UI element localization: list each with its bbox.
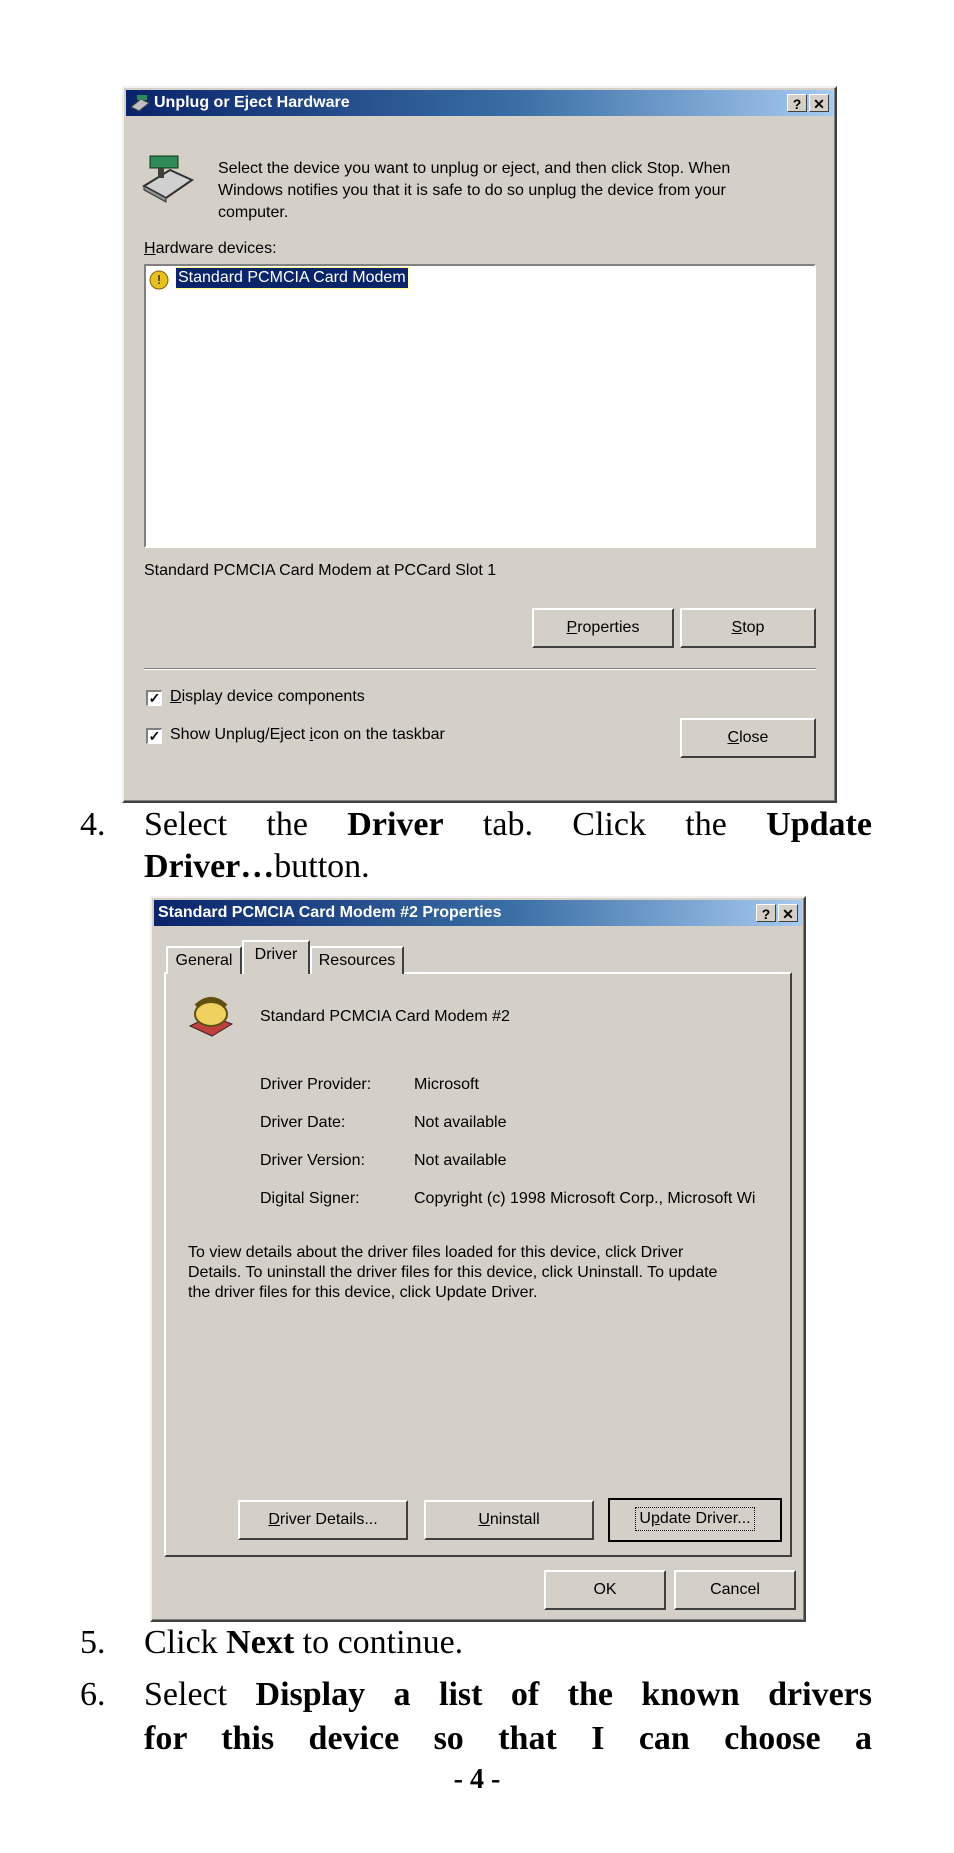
step-5-number: 5. (80, 1624, 106, 1661)
tab-driver[interactable]: Driver (242, 940, 310, 974)
intro-line-2: Windows notifies you that it is safe to … (218, 182, 726, 199)
window-title: Unplug or Eject Hardware (154, 94, 350, 111)
field-value: Copyright (c) 1998 Microsoft Corp., Micr… (414, 1190, 756, 1207)
field-value: Microsoft (414, 1076, 479, 1093)
intro-line-1: Select the device you want to unplug or … (218, 160, 731, 177)
device-name: Standard PCMCIA Card Modem #2 (260, 1008, 510, 1025)
title-bar: Standard PCMCIA Card Modem #2 Properties… (154, 900, 802, 926)
telephone-icon (188, 997, 234, 1037)
field-value: Not available (414, 1114, 507, 1131)
field-label: Driver Provider: (260, 1076, 372, 1093)
description-line-2: Details. To uninstall the driver files f… (188, 1264, 718, 1281)
tab-resources[interactable]: Resources (310, 946, 404, 974)
description-line-3: the driver files for this device, click … (188, 1284, 538, 1301)
hardware-devices-label: Hardware devices: (144, 240, 277, 257)
stop-button[interactable]: Stop (680, 608, 816, 648)
close-title-button[interactable]: ✕ (809, 94, 829, 112)
update-driver-button[interactable]: Update Driver... (608, 1498, 782, 1542)
field-value: Not available (414, 1152, 507, 1169)
hardware-devices-list[interactable]: ! Standard PCMCIA Card Modem (144, 264, 816, 548)
field-label: Digital Signer: (260, 1190, 360, 1207)
intro-line-3: computer. (218, 204, 289, 221)
field-label: Driver Version: (260, 1152, 365, 1169)
display-components-label: Display device components (170, 688, 365, 705)
step-4-line-1: Select the Driver tab. Click the Update (144, 806, 872, 843)
display-components-checkbox[interactable]: ✓ (146, 690, 162, 706)
unplug-eject-dialog: Unplug or Eject Hardware ? ✕ Select the … (122, 86, 837, 803)
step-6-number: 6. (80, 1676, 106, 1713)
driver-details-button[interactable]: Driver Details... (238, 1500, 408, 1540)
show-icon-label: Show Unplug/Eject icon on the taskbar (170, 726, 445, 743)
page-number: - 4 - (453, 1764, 501, 1795)
step-4-number: 4. (80, 806, 106, 843)
cancel-button[interactable]: Cancel (674, 1570, 796, 1610)
close-title-button[interactable]: ✕ (778, 904, 798, 922)
window-title: Standard PCMCIA Card Modem #2 Properties (158, 904, 502, 921)
field-label: Driver Date: (260, 1114, 346, 1131)
modem-properties-dialog: Standard PCMCIA Card Modem #2 Properties… (150, 896, 806, 1622)
ok-button[interactable]: OK (544, 1570, 666, 1610)
hardware-icon (130, 95, 150, 112)
divider (144, 668, 816, 670)
close-button[interactable]: Close (680, 718, 816, 758)
svg-text:!: ! (157, 273, 162, 287)
uninstall-button[interactable]: Uninstall (424, 1500, 594, 1540)
help-button[interactable]: ? (787, 94, 807, 112)
step-5-line: Click Next to continue. (144, 1624, 464, 1661)
title-bar: Unplug or Eject Hardware ? ✕ (126, 90, 833, 116)
modem-warning-icon: ! (149, 270, 169, 290)
tab-general[interactable]: General (166, 946, 242, 974)
step-4-line-2: Driver…button. (144, 848, 370, 885)
device-item-label: Standard PCMCIA Card Modem (175, 267, 409, 289)
show-icon-checkbox[interactable]: ✓ (146, 728, 162, 744)
help-button[interactable]: ? (756, 904, 776, 922)
unplug-device-icon (142, 155, 195, 203)
step-6-line-1: Select Display a list of the known drive… (144, 1676, 873, 1713)
description-line-1: To view details about the driver files l… (188, 1244, 684, 1261)
device-status-text: Standard PCMCIA Card Modem at PCCard Slo… (144, 562, 497, 579)
step-6-line-2: for this device so that I can choose a (144, 1720, 872, 1757)
properties-button[interactable]: Properties (532, 608, 674, 648)
